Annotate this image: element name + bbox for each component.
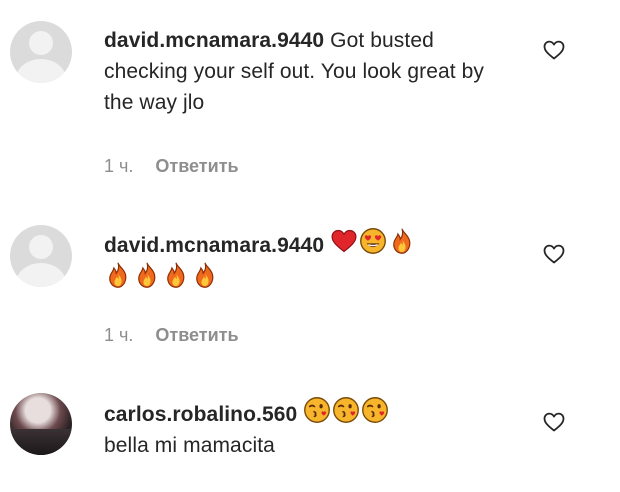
heart-outline-icon[interactable] xyxy=(541,410,567,434)
heart-outline-icon[interactable] xyxy=(541,242,567,266)
kissing-wink-emoji xyxy=(332,396,360,424)
avatar[interactable] xyxy=(10,21,72,83)
reply-button[interactable]: Ответить xyxy=(155,325,238,345)
comment-text-block: carlos.robalino.560 bella mi mamacita xyxy=(104,396,504,461)
comment-meta: 1 ч. Ответить xyxy=(104,325,239,346)
avatar[interactable] xyxy=(10,225,72,287)
avatar[interactable] xyxy=(10,393,72,455)
comment-time: 1 ч. xyxy=(104,156,134,176)
kissing-wink-emoji xyxy=(303,396,331,424)
comment-username[interactable]: carlos.robalino.560 xyxy=(104,403,297,426)
fire-emoji xyxy=(133,261,161,289)
comment-username[interactable]: david.mcnamara.9440 xyxy=(104,29,324,52)
red-heart-emoji xyxy=(330,227,358,255)
heart-outline-icon[interactable] xyxy=(541,38,567,62)
fire-emoji xyxy=(388,227,416,255)
comment-text-block: david.mcnamara.9440 Got busted checking … xyxy=(104,25,504,118)
fire-emoji xyxy=(162,261,190,289)
comment-text-block: david.mcnamara.9440 xyxy=(104,227,504,295)
comment-username[interactable]: david.mcnamara.9440 xyxy=(104,234,324,257)
heart-eyes-emoji xyxy=(359,227,387,255)
comment-meta: 1 ч. Ответить xyxy=(104,156,239,177)
reply-button[interactable]: Ответить xyxy=(155,156,238,176)
fire-emoji xyxy=(191,261,219,289)
fire-emoji xyxy=(104,261,132,289)
comment-body: bella mi mamacita xyxy=(104,434,275,457)
kissing-wink-emoji xyxy=(361,396,389,424)
comment-time: 1 ч. xyxy=(104,325,134,345)
